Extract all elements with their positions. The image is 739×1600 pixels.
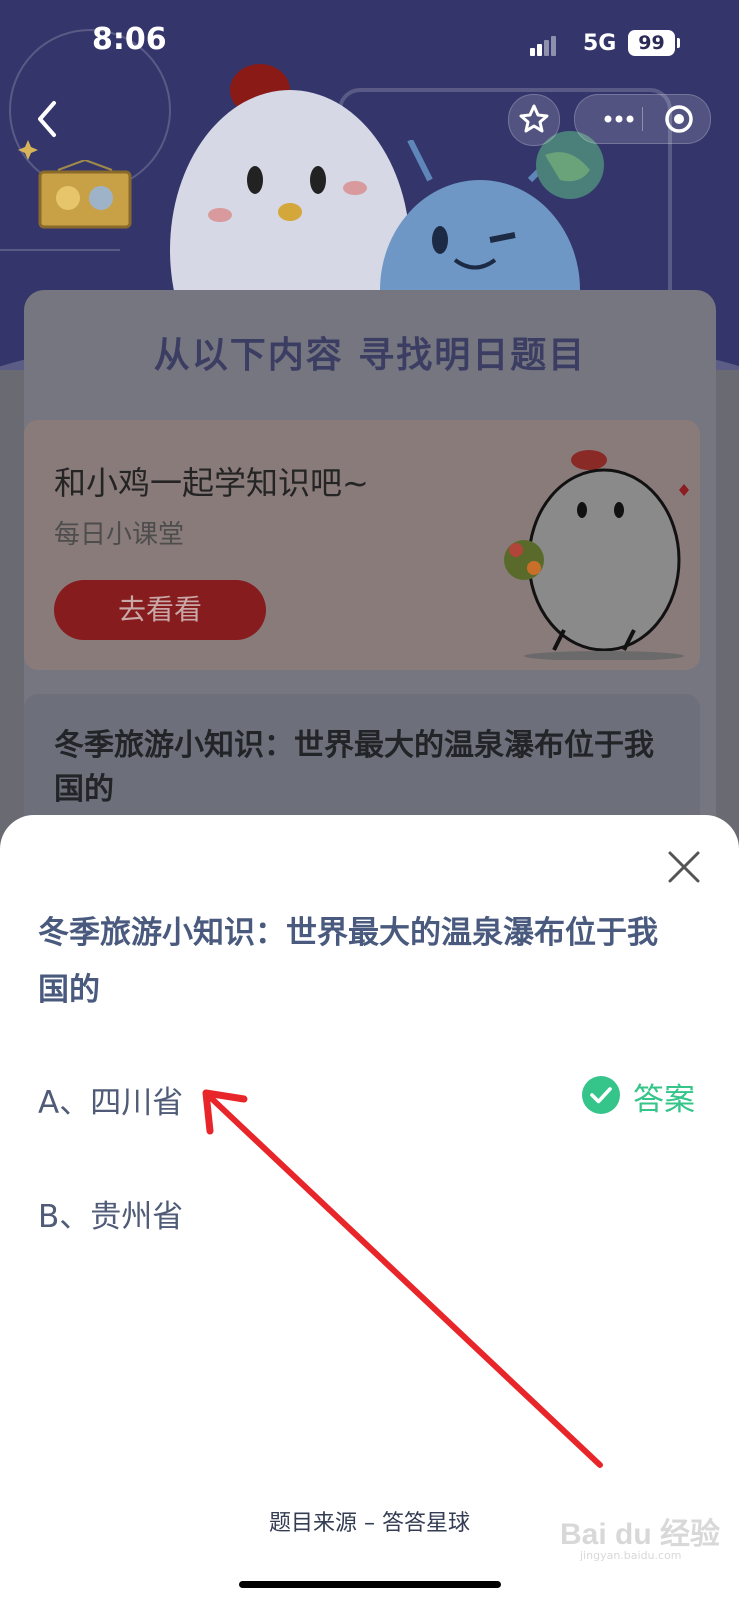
status-bar: 8:06 5G 99 — [0, 0, 739, 90]
red-arrow-annotation — [202, 1089, 603, 1468]
go-see-button[interactable]: 去看看 — [54, 580, 266, 640]
star-icon — [519, 104, 549, 133]
question-preview-card[interactable]: 冬季旅游小知识：世界最大的温泉瀑布位于我国的 — [24, 694, 700, 834]
answer-sheet: 冬季旅游小知识：世界最大的温泉瀑布位于我国的 A、四川省 答案 B、贵州省 题目… — [0, 815, 739, 1600]
learn-card-title: 和小鸡一起学知识吧~ — [54, 464, 369, 502]
answer-label: 答案 — [633, 1082, 695, 1118]
screen: 从以下内容 寻找明日题目 和小鸡一起学知识吧~ 每日小课堂 去看看 冬季旅游小知… — [0, 0, 739, 1600]
battery-icon: 99 — [628, 30, 675, 56]
mini-program-capsule — [574, 94, 711, 144]
question-preview-text: 冬季旅游小知识：世界最大的温泉瀑布位于我国的 — [54, 728, 654, 807]
back-icon[interactable] — [30, 95, 70, 145]
learn-card[interactable]: 和小鸡一起学知识吧~ 每日小课堂 去看看 — [24, 420, 700, 670]
learn-card-subtitle: 每日小课堂 — [54, 520, 185, 550]
battery-tip — [677, 38, 680, 48]
favorite-button[interactable] — [508, 94, 560, 146]
watermark-text: Bai du 经验 — [560, 1518, 721, 1551]
sparkle-icon — [18, 140, 38, 160]
panel-title: 从以下内容 寻找明日题目 — [153, 335, 587, 376]
close-icon[interactable] — [666, 849, 702, 885]
medal-frame-icon — [38, 160, 132, 229]
question-title: 冬季旅游小知识：世界最大的温泉瀑布位于我国的 — [38, 915, 658, 1008]
capsule-divider — [642, 107, 643, 131]
option-b[interactable]: B、贵州省 — [38, 1191, 183, 1236]
home-indicator[interactable] — [239, 1581, 501, 1588]
chick-flowers-illustration — [504, 450, 689, 660]
watermark-url: jingyan.baidu.com — [580, 1549, 682, 1562]
signal-icon — [530, 36, 558, 56]
clock: 8:06 — [92, 22, 167, 57]
close-miniprogram-icon[interactable] — [655, 95, 703, 143]
more-icon[interactable] — [593, 95, 643, 143]
network-type: 5G — [583, 31, 617, 56]
option-a[interactable]: A、四川省 — [38, 1077, 183, 1122]
watermark-logo: Bai du 经验 jingyan.baidu.com — [560, 1495, 730, 1565]
